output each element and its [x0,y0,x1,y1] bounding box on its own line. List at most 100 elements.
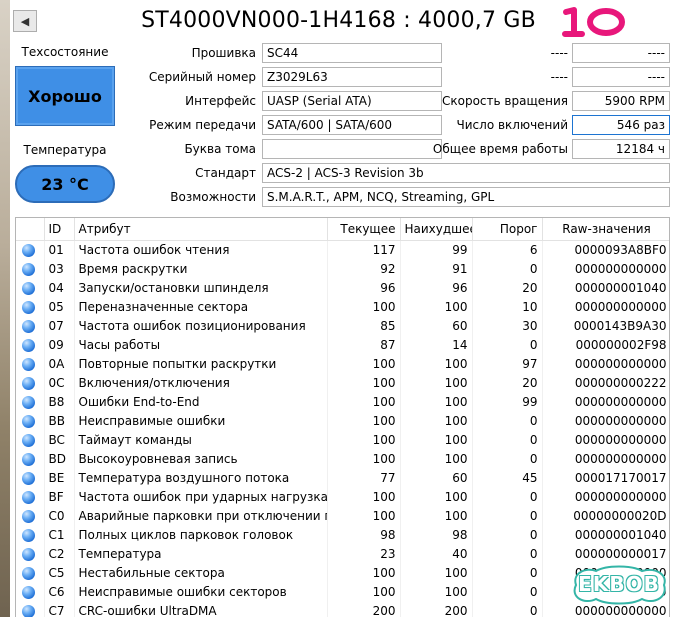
serial-label: Серийный номер [148,70,256,84]
status-cell [16,316,45,335]
current-value: 117 [327,240,401,259]
status-cell [16,373,45,392]
right-field-2-value[interactable]: ---- [572,67,670,87]
status-cell [16,430,45,449]
table-row[interactable]: 03 Время раскрутки 92 91 0 000000000000 [16,259,669,278]
health-label: Техсостояние [21,45,109,59]
threshold-value: 0 [472,525,543,544]
current-value: 100 [327,354,401,373]
serial-field[interactable]: Z3029L63 [262,67,442,87]
header-attribute[interactable]: Атрибут [74,218,328,241]
attribute-name: Высокоуровневая запись [74,449,328,468]
interface-label: Интерфейс [185,94,256,108]
table-row[interactable]: 09 Часы работы 87 14 0 000000002F98 [16,335,669,354]
worst-value: 100 [400,430,473,449]
blue-circle-icon [22,376,35,390]
attribute-name: Переназначенные сектора [74,297,328,316]
attribute-name: Частота ошибок при ударных нагрузках [74,487,328,506]
current-value: 100 [327,582,401,601]
health-status-button[interactable]: Хорошо [15,66,115,126]
table-row[interactable]: BC Таймаут команды 100 100 0 000000000000 [16,430,669,449]
attribute-name: Нестабильные сектора [74,563,328,582]
raw-value: 000000000000 [542,430,669,449]
standard-field[interactable]: ACS-2 | ACS-3 Revision 3b [262,163,670,183]
table-row[interactable]: C1 Полных циклов парковок головок 98 98 0 000… [16,525,669,544]
header-raw[interactable]: Raw-значения [542,218,669,241]
table-row[interactable]: 01 Частота ошибок чтения 117 99 6 0000093A8BF… [16,240,669,259]
current-value: 100 [327,563,401,582]
temperature-value[interactable]: 23 °C [15,165,115,203]
power-hours-label: Общее время работы [432,142,568,156]
blue-circle-icon [22,338,35,352]
status-cell [16,392,45,411]
current-value: 100 [327,297,401,316]
desktop-background-strip [0,0,10,617]
header-threshold[interactable]: Порог [472,218,543,241]
right-field-1-value[interactable]: ---- [572,43,670,63]
raw-value: 000000000000 [542,487,669,506]
threshold-value: 0 [472,449,543,468]
power-hours-field[interactable]: 12184 ч [572,139,670,159]
blue-circle-icon [22,357,35,371]
blue-circle-icon [22,509,35,523]
temperature-label: Температура [23,143,107,157]
threshold-value: 0 [472,582,543,601]
current-value: 100 [327,506,401,525]
header-current[interactable]: Текущее [327,218,401,241]
table-row[interactable]: C0 Аварийные парковки при отключении пи..… [16,506,669,525]
current-value: 77 [327,468,401,487]
transfer-mode-field[interactable]: SATA/600 | SATA/600 [262,115,442,135]
table-row[interactable]: BF Частота ошибок при ударных нагрузках 10… [16,487,669,506]
threshold-value: 45 [472,468,543,487]
table-row[interactable]: 0C Включения/отключения 100 100 20 0000000002… [16,373,669,392]
rotation-speed-label: Скорость вращения [442,94,568,108]
current-value: 100 [327,411,401,430]
table-row[interactable]: 04 Запуски/остановки шпинделя 96 96 20 000000… [16,278,669,297]
raw-value: 0000143B9A30 [542,316,669,335]
threshold-value: 0 [472,335,543,354]
attribute-id: C5 [44,563,75,582]
attribute-name: Включения/отключения [74,373,328,392]
right-field-1-label: ---- [550,46,568,60]
table-row[interactable]: 05 Переназначенные сектора 100 100 10 0000000… [16,297,669,316]
header-status[interactable] [16,218,45,241]
threshold-value: 0 [472,601,543,617]
status-cell [16,563,45,582]
threshold-value: 0 [472,563,543,582]
attribute-name: Время раскрутки [74,259,328,278]
raw-value: 000000000000 [542,411,669,430]
worst-value: 100 [400,449,473,468]
status-cell [16,506,45,525]
features-field[interactable]: S.M.A.R.T., APM, NCQ, Streaming, GPL [262,187,670,207]
table-row[interactable]: BE Температура воздушного потока 77 60 45 000… [16,468,669,487]
firmware-field[interactable]: SC44 [262,43,442,63]
table-row[interactable]: 07 Частота ошибок позиционирования 85 60 30 0… [16,316,669,335]
status-cell [16,525,45,544]
drive-letter-field[interactable] [262,139,442,159]
worst-value: 100 [400,392,473,411]
blue-circle-icon [22,281,35,295]
header-worst[interactable]: Наихудшее [400,218,473,241]
worst-value: 100 [400,506,473,525]
header-id[interactable]: ID [44,218,75,241]
blue-circle-icon [22,566,35,580]
status-cell [16,240,45,259]
power-count-field[interactable]: 546 раз [572,115,670,135]
table-row[interactable]: BB Неисправимые ошибки 100 100 0 000000000000 [16,411,669,430]
attribute-id: C6 [44,582,75,601]
table-row[interactable]: 0A Повторные попытки раскрутки 100 100 97 000… [16,354,669,373]
raw-value: 000017170017 [542,468,669,487]
rotation-speed-field[interactable]: 5900 RPM [572,91,670,111]
threshold-value: 10 [472,297,543,316]
current-value: 100 [327,430,401,449]
table-row[interactable]: C2 Температура 23 40 0 000000000017 [16,544,669,563]
smart-attributes-table[interactable]: ID Атрибут Текущее Наихудшее Порог Raw-з… [15,217,670,617]
threshold-value: 0 [472,506,543,525]
raw-value: 000000000000 [542,392,669,411]
table-row[interactable]: B8 Ошибки End-to-End 100 100 99 000000000000 [16,392,669,411]
table-row[interactable]: BD Высокоуровневая запись 100 100 0 000000000… [16,449,669,468]
blue-circle-icon [22,243,35,257]
transfer-mode-label: Режим передачи [149,118,256,132]
interface-field[interactable]: UASP (Serial ATA) [262,91,442,111]
raw-value: 000000002F98 [542,335,669,354]
